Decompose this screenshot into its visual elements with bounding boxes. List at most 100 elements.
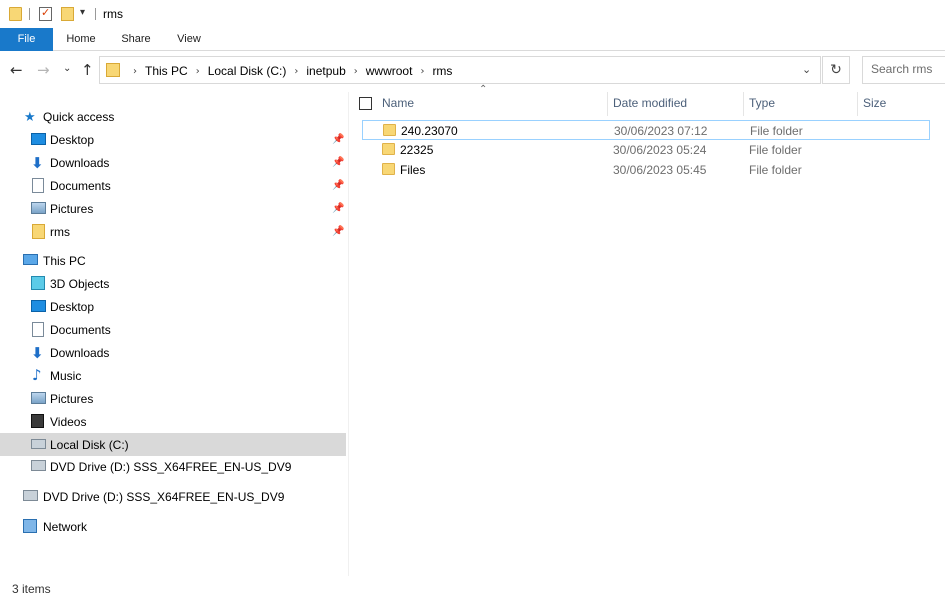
title-bar: ▾ rms <box>0 0 945 28</box>
quick-access-folder-icon[interactable] <box>9 7 22 21</box>
breadcrumb-wwwroot[interactable]: wwwroot <box>366 64 413 78</box>
window-title: rms <box>103 7 123 21</box>
breadcrumb-chevron-icon[interactable]: › <box>196 66 200 77</box>
star-icon: ★ <box>24 110 36 125</box>
nav-qa-downloads[interactable]: ⬇ Downloads 📌 <box>0 152 346 174</box>
network-icon <box>23 519 37 533</box>
file-row[interactable]: 22325 30/06/2023 05:24 File folder <box>362 140 930 160</box>
nav-label: Quick access <box>43 110 115 124</box>
dvd-drive-icon <box>23 490 38 501</box>
file-date-modified: 30/06/2023 05:45 <box>613 163 707 177</box>
nav-qa-pictures[interactable]: Pictures 📌 <box>0 198 346 220</box>
search-input[interactable] <box>863 57 943 81</box>
tab-share[interactable]: Share <box>117 28 155 51</box>
nav-qa-desktop[interactable]: Desktop 📌 <box>0 129 346 151</box>
column-divider[interactable] <box>857 92 858 116</box>
column-divider[interactable] <box>743 92 744 116</box>
file-name: 240.23070 <box>401 124 458 138</box>
separator <box>29 8 30 20</box>
column-header-size[interactable]: Size <box>863 90 923 116</box>
search-box[interactable] <box>862 56 945 84</box>
nav-dvd-drive-root[interactable]: DVD Drive (D:) SSS_X64FREE_EN-US_DV9 <box>0 486 346 508</box>
nav-pictures[interactable]: Pictures <box>0 388 346 410</box>
breadcrumb-rms[interactable]: rms <box>432 64 452 78</box>
nav-this-pc[interactable]: This PC <box>0 250 346 272</box>
nav-label: 3D Objects <box>50 277 110 291</box>
folder-icon <box>383 124 396 136</box>
breadcrumb-chevron-icon[interactable]: › <box>294 66 298 77</box>
nav-network[interactable]: Network <box>0 516 346 538</box>
file-type: File folder <box>749 163 802 177</box>
new-folder-icon[interactable] <box>61 7 74 21</box>
nav-label: DVD Drive (D:) SSS_X64FREE_EN-US_DV9 <box>43 490 285 504</box>
nav-downloads[interactable]: ⬇ Downloads <box>0 342 346 364</box>
recent-locations-chevron-icon[interactable]: ⌄ <box>63 63 71 74</box>
refresh-icon: ↻ <box>830 62 842 78</box>
up-arrow-icon[interactable]: ↑ <box>81 61 94 79</box>
file-row[interactable]: Files 30/06/2023 05:45 File folder <box>362 160 930 180</box>
pin-icon[interactable]: 📌 <box>332 203 344 214</box>
nav-3d-objects[interactable]: 3D Objects <box>0 273 346 295</box>
column-divider[interactable] <box>607 92 608 116</box>
tab-file[interactable]: File <box>0 28 53 51</box>
refresh-button[interactable]: ↻ <box>822 56 850 84</box>
address-bar[interactable]: › This PC › Local Disk (C:) › inetpub › … <box>99 56 821 84</box>
computer-icon <box>23 254 38 265</box>
tab-home[interactable]: Home <box>60 28 102 51</box>
breadcrumb-chevron-icon[interactable]: › <box>354 66 358 77</box>
3d-objects-icon <box>31 276 45 290</box>
music-icon: ♪ <box>32 366 42 384</box>
tab-view[interactable]: View <box>172 28 206 51</box>
breadcrumb-chevron-icon[interactable]: › <box>420 66 424 77</box>
nav-label: Network <box>43 520 88 534</box>
breadcrumb-this-pc[interactable]: This PC <box>145 64 188 78</box>
select-all-checkbox[interactable] <box>359 97 372 110</box>
pin-icon[interactable]: 📌 <box>332 134 344 145</box>
pin-icon[interactable]: 📌 <box>332 226 344 237</box>
ribbon-tabs: File Home Share View <box>0 28 945 51</box>
nav-quick-access[interactable]: ★ Quick access <box>0 106 346 128</box>
nav-music[interactable]: ♪ Music <box>0 365 346 387</box>
file-row[interactable]: 240.23070 30/06/2023 07:12 File folder <box>362 120 930 140</box>
file-name: Files <box>400 163 426 177</box>
nav-label: Pictures <box>50 202 94 216</box>
properties-icon[interactable] <box>39 6 52 21</box>
breadcrumb-chevron-icon[interactable]: › <box>133 66 137 77</box>
nav-label: DVD Drive (D:) SSS_X64FREE_EN-US_DV9 <box>50 460 292 474</box>
file-list: ⌃ Name Date modified Type Size 240.23070… <box>352 84 945 580</box>
breadcrumb-local-disk[interactable]: Local Disk (C:) <box>208 64 287 78</box>
nav-dvd-drive[interactable]: DVD Drive (D:) SSS_X64FREE_EN-US_DV9 <box>0 456 346 478</box>
nav-videos[interactable]: Videos <box>0 411 346 433</box>
nav-label: rms <box>50 225 70 239</box>
nav-documents[interactable]: Documents <box>0 319 346 341</box>
pane-divider[interactable] <box>348 92 349 576</box>
pin-icon[interactable]: 📌 <box>332 180 344 191</box>
nav-label: Local Disk (C:) <box>50 438 129 452</box>
status-item-count: 3 items <box>12 582 51 596</box>
breadcrumb-inetpub[interactable]: inetpub <box>306 64 345 78</box>
documents-icon <box>32 178 44 193</box>
forward-arrow-icon[interactable]: → <box>37 61 50 79</box>
file-type: File folder <box>750 124 803 138</box>
customize-toolbar-dropdown-icon[interactable]: ▾ <box>80 7 85 18</box>
nav-local-disk[interactable]: Local Disk (C:) <box>0 433 346 456</box>
address-history-dropdown-icon[interactable]: ⌄ <box>802 63 811 76</box>
nav-label: Videos <box>50 415 87 429</box>
nav-label: This PC <box>43 254 86 268</box>
back-arrow-icon[interactable]: ← <box>10 61 23 79</box>
folder-icon <box>106 63 120 77</box>
desktop-icon <box>31 300 46 312</box>
column-header-name[interactable]: Name <box>382 90 607 116</box>
nav-qa-documents[interactable]: Documents 📌 <box>0 175 346 197</box>
folder-icon <box>32 224 45 239</box>
file-date-modified: 30/06/2023 05:24 <box>613 143 707 157</box>
nav-qa-rms[interactable]: rms 📌 <box>0 221 346 243</box>
file-type: File folder <box>749 143 802 157</box>
nav-label: Downloads <box>50 346 110 360</box>
column-header-type[interactable]: Type <box>749 90 857 116</box>
breadcrumb: › This PC › Local Disk (C:) › inetpub › … <box>125 64 452 78</box>
nav-desktop[interactable]: Desktop <box>0 296 346 318</box>
folder-icon <box>382 163 395 175</box>
column-header-date-modified[interactable]: Date modified <box>613 90 743 116</box>
pin-icon[interactable]: 📌 <box>332 157 344 168</box>
